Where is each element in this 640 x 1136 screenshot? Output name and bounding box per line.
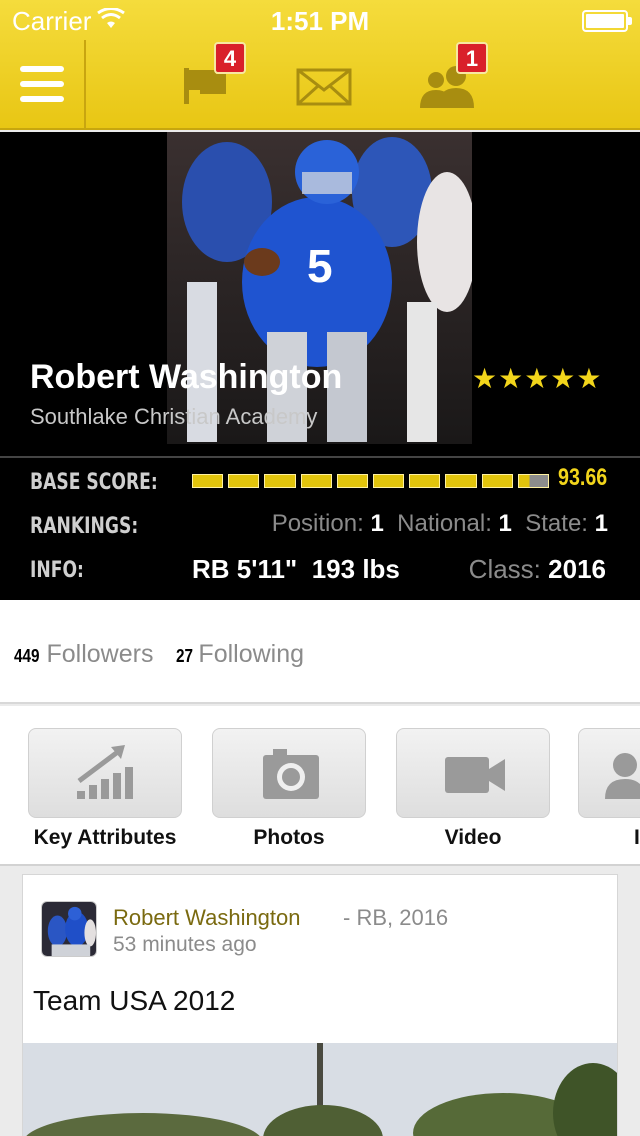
score-bar-segment (300, 474, 332, 488)
position-rank-value: 1 (370, 510, 384, 537)
hamburger-line (20, 81, 64, 87)
national-rank-label: National: (397, 510, 492, 537)
base-score-value: 93.66 (558, 464, 608, 491)
score-bar-segment (192, 474, 224, 488)
following-label: Following (198, 640, 305, 668)
tab-photos[interactable]: Photos (212, 728, 366, 850)
social-counts: 449 Followers 27 Following (0, 600, 640, 704)
score-bar-segment (517, 474, 550, 488)
stats-panel: BASE SCORE: 93.66 RANKINGS: Position: 1 … (0, 456, 640, 600)
post-meta: - RB, 2016 (343, 905, 449, 930)
base-score-label: BASE SCORE: (30, 470, 158, 495)
tab-video[interactable]: Video (396, 728, 550, 850)
national-rank-value: 1 (498, 510, 512, 537)
following-count: 27 (175, 646, 193, 666)
followers-link[interactable]: 449 Followers (14, 640, 176, 668)
tab-info[interactable]: I (578, 728, 640, 850)
player-info: RB 5'11" 193 lbs (192, 554, 400, 585)
profile-hero: 5 Robert Washington Southlake Christian … (0, 132, 640, 456)
post-text: Team USA 2012 (33, 985, 236, 1016)
base-score-bar (192, 474, 550, 488)
following-link[interactable]: 27 Following (175, 640, 322, 668)
profile-tabs: Key Attributes Photos Video I (0, 706, 640, 866)
video-camera-icon (445, 757, 505, 793)
person-icon (605, 753, 640, 799)
battery-icon (582, 10, 632, 32)
tab-label: Video (444, 826, 502, 849)
tab-label: Key Attributes (33, 826, 177, 849)
app-header: Carrier 1:51 PM 4 1 (0, 0, 640, 130)
post-image[interactable] (23, 1043, 618, 1136)
score-bar-segment (445, 474, 477, 488)
class-year: 2016 (548, 554, 606, 584)
clock: 1:51 PM (270, 6, 370, 36)
post-author[interactable]: Robert Washington (113, 905, 301, 931)
tab-label: Photos (253, 826, 325, 849)
feed-post[interactable]: Robert Washington - RB, 2016 53 minutes … (22, 874, 618, 1136)
player-weight: 193 lbs (311, 554, 400, 584)
class-label: Class: (468, 554, 541, 584)
tab-key-attributes[interactable]: Key Attributes (28, 728, 182, 850)
svg-text:5: 5 (307, 240, 333, 292)
followers-count: 449 (14, 646, 40, 666)
score-bar-segment (481, 474, 513, 488)
notifications-badge: 4 (214, 42, 246, 74)
player-school[interactable]: Southlake Christian Academy (30, 404, 317, 430)
hamburger-line (20, 66, 64, 72)
score-bar-segment (409, 474, 441, 488)
post-timestamp: 53 minutes ago (113, 933, 257, 956)
connections-badge: 1 (456, 42, 488, 74)
position-rank-label: Position: (271, 510, 364, 537)
score-bar-segment (336, 474, 369, 488)
messages-button[interactable] (290, 40, 360, 128)
bar-chart-icon (77, 745, 133, 799)
score-bar-segment (373, 474, 405, 488)
notifications-button[interactable]: 4 (170, 40, 250, 128)
score-bar-segment (228, 474, 260, 488)
rankings-label: RANKINGS: (30, 514, 139, 539)
avatar[interactable] (41, 901, 97, 957)
star-rating: ★★★★★ (472, 363, 603, 394)
status-bar: Carrier 1:51 PM (0, 0, 640, 40)
mail-icon (296, 68, 352, 106)
tab-label: I (634, 826, 640, 849)
player-name: Robert Washington (30, 358, 343, 396)
player-height: 5'11" (236, 554, 298, 584)
position-code: RB (192, 554, 230, 584)
menu-button[interactable] (0, 40, 86, 128)
followers-label: Followers (46, 640, 154, 668)
class-info: Class: 2016 (469, 554, 606, 585)
camera-icon (263, 749, 319, 799)
connections-button[interactable]: 1 (412, 40, 502, 128)
score-bar-segment (264, 474, 296, 488)
state-rank-label: State: (525, 510, 588, 537)
info-label: INFO: (30, 558, 84, 583)
player-photo[interactable]: 5 (167, 132, 472, 444)
rankings-row: Position: 1 National: 1 State: 1 (272, 510, 608, 538)
hamburger-line (20, 96, 64, 102)
state-rank-value: 1 (594, 510, 608, 537)
